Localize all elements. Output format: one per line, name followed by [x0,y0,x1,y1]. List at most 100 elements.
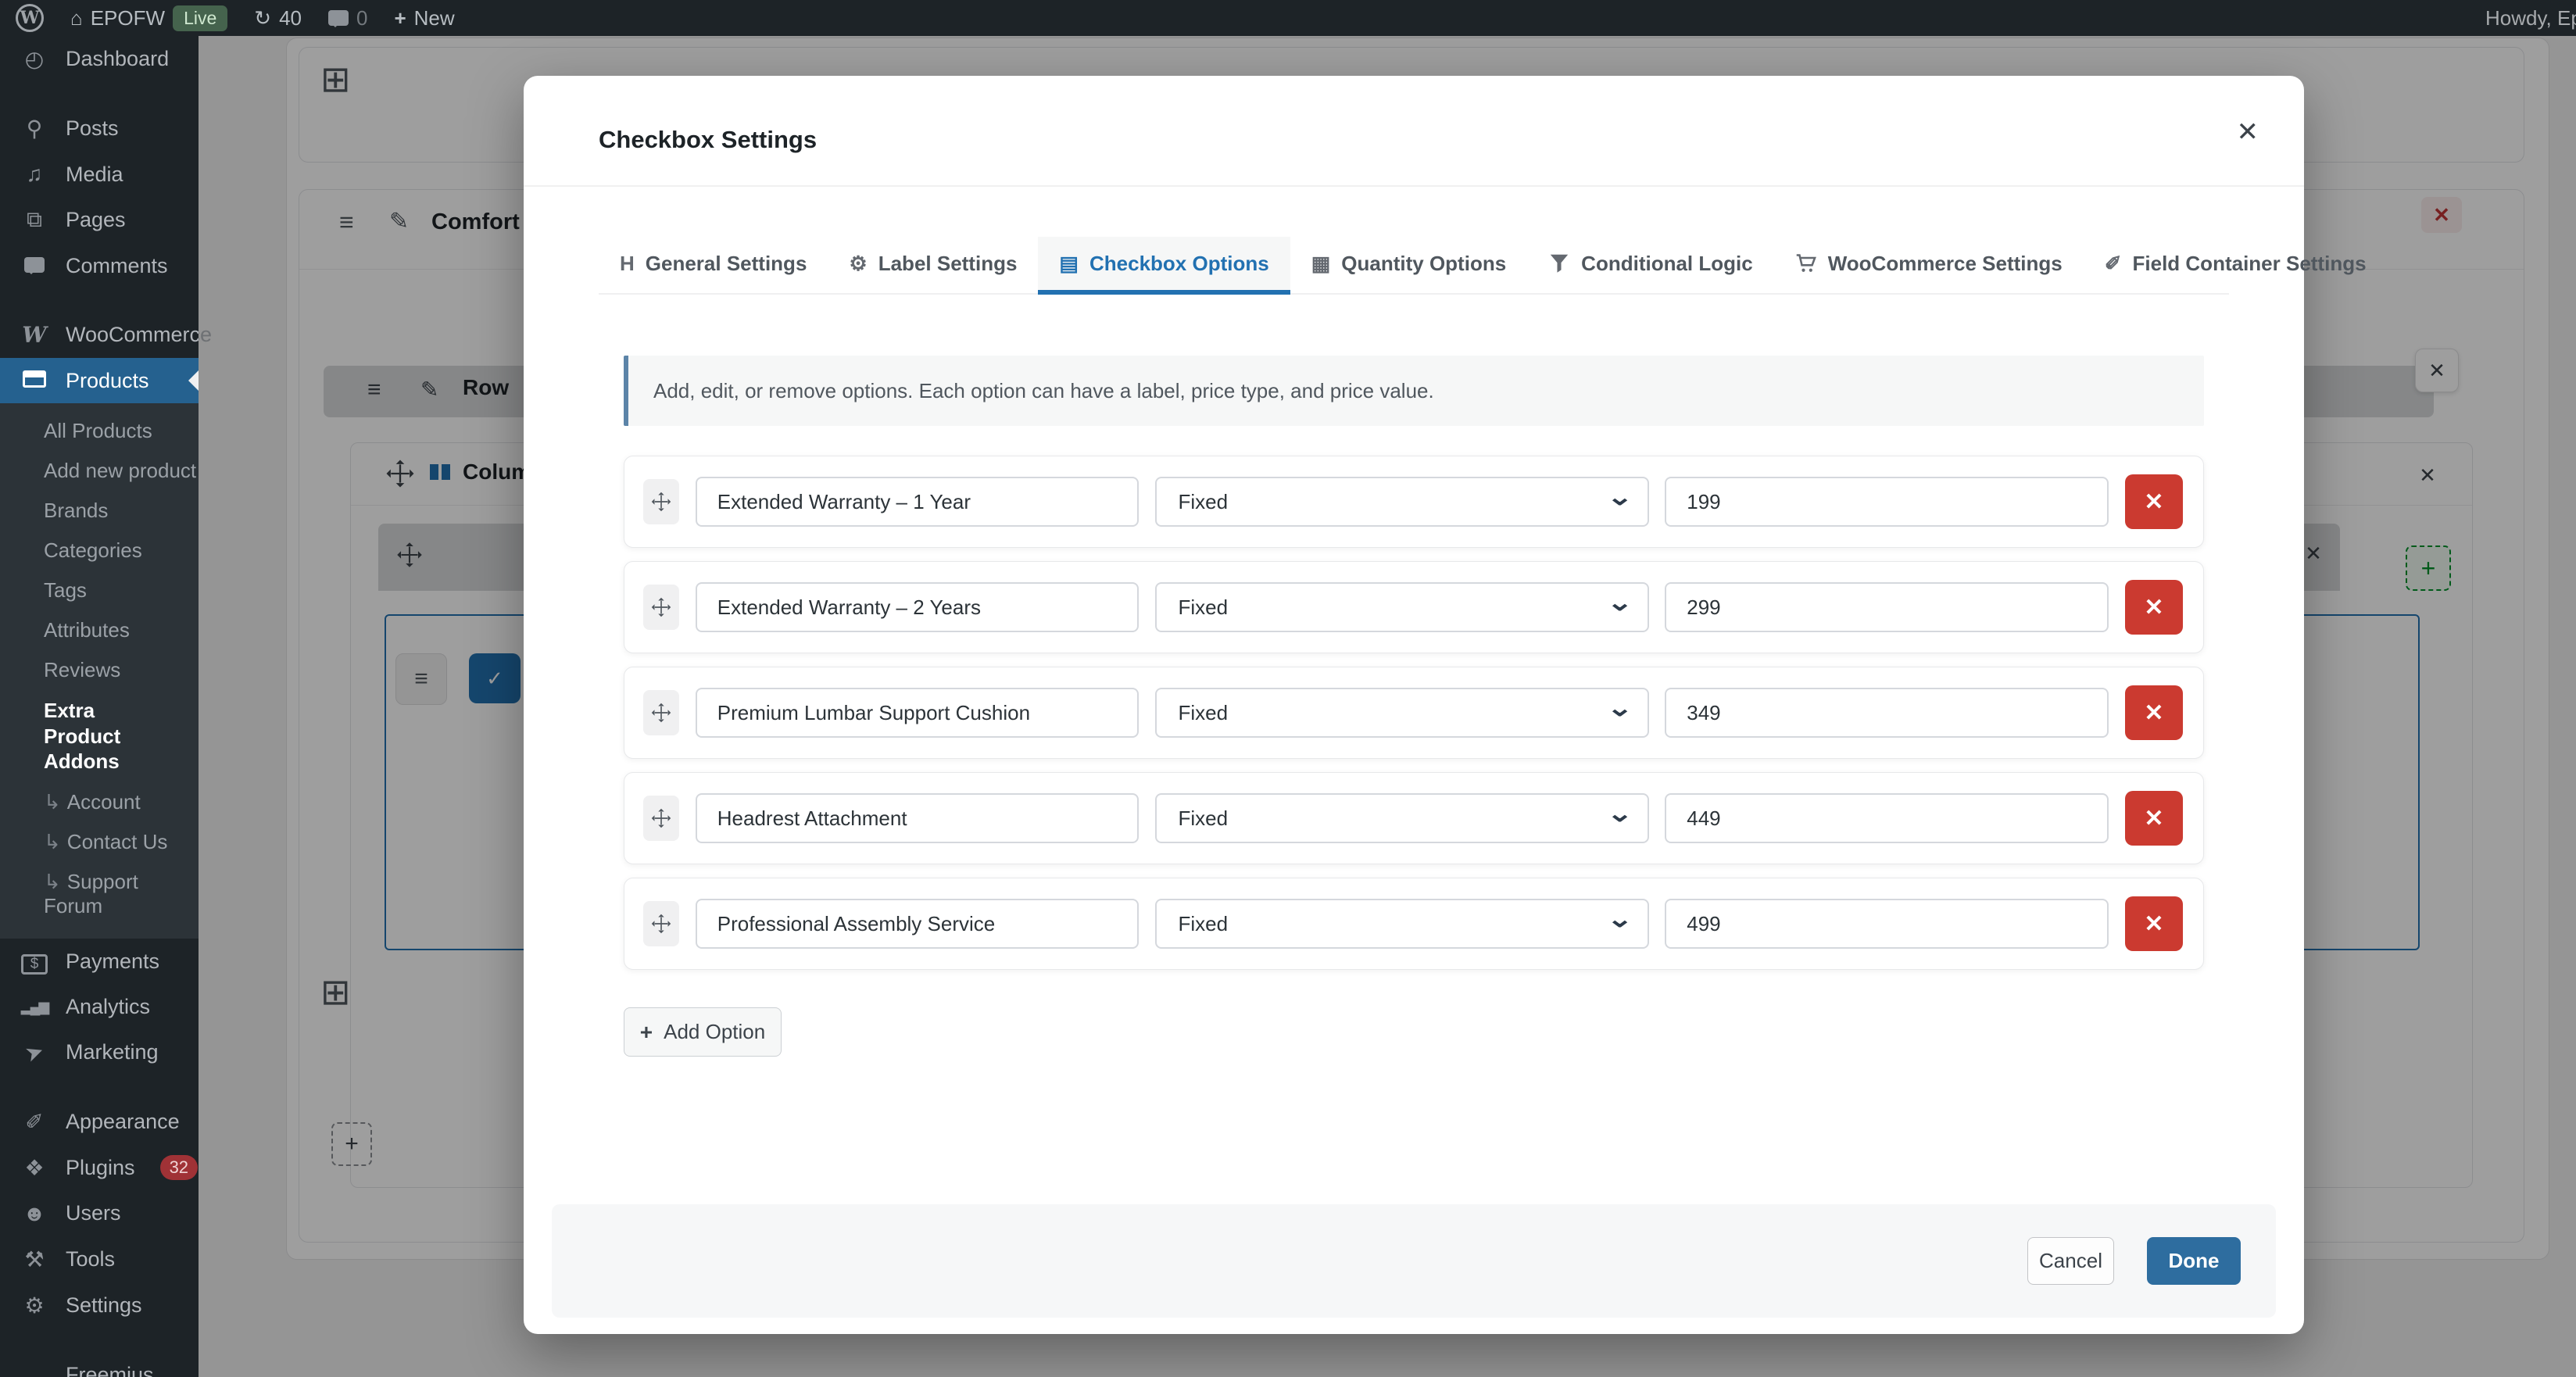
option-price-input[interactable] [1665,899,2109,949]
submenu-label: Contact Us [66,829,168,853]
tab-label-settings[interactable]: ⚙ Label Settings [828,237,1038,295]
admin-sidebar: ◴ Dashboard ⚲ Posts ♫ Media ⧉ Pages Comm… [0,36,212,1377]
site-name-link[interactable]: ⌂ EPOFW Live [70,5,228,31]
tab-quantity-options[interactable]: ▦ Quantity Options [1290,237,1527,295]
comments-link[interactable]: 0 [327,5,368,30]
option-price-input[interactable] [1665,582,2109,632]
sidebar-item-analytics[interactable]: ▂▄▆ Analytics [0,985,199,1029]
submenu-item-account[interactable]: ↳ Account [0,782,199,822]
sidebar-item-media[interactable]: ♫ Media [0,152,199,197]
sidebar-label: Freemius Debug [v.2.13.0] [66,1362,154,1377]
pages-icon: ⧉ [27,207,42,231]
submenu-item-tags[interactable]: Tags [0,570,199,610]
sidebar-item-payments[interactable]: $ Payments [0,939,199,985]
chevron-down-icon: ⌄ [1606,801,1633,827]
submenu-item-brands[interactable]: Brands [0,491,199,531]
price-type-value: Fixed [1178,700,1229,724]
price-type-select[interactable]: Fixed ⌄ [1154,899,1649,949]
pin-icon: ⚲ [26,116,43,141]
tab-woocommerce-settings[interactable]: WooCommerce Settings [1774,237,2084,295]
submenu-item-categories[interactable]: Categories [0,531,199,570]
wrench-icon: ⚒ [24,1246,45,1271]
submenu-item-support-forum[interactable]: ↳ Support Forum [0,862,199,926]
price-type-select[interactable]: Fixed ⌄ [1154,688,1649,738]
option-row: Fixed ⌄ ✕ [624,772,2204,864]
settings-tabs: H General Settings ⚙ Label Settings ▤ Ch… [599,237,2367,295]
sidebar-label: Media [66,162,123,186]
option-price-input[interactable] [1665,793,2109,843]
sidebar-item-plugins[interactable]: ❖ Plugins 32 [0,1145,199,1191]
sidebar-item-products[interactable]: Products [0,358,199,403]
submenu-item-contact-us[interactable]: ↳ Contact Us [0,822,199,862]
option-label-input[interactable] [695,793,1139,843]
option-price-input[interactable] [1665,688,2109,738]
submenu-item-attributes[interactable]: Attributes [0,610,199,650]
delete-option-button[interactable]: ✕ [2125,791,2183,846]
new-content-link[interactable]: + New [394,6,454,30]
howdy-account-link[interactable]: Howdy, Epfow [2485,0,2576,36]
sidebar-item-pages[interactable]: ⧉ Pages [0,197,199,243]
sidebar-item-woocommerce[interactable]: W WooCommerce [0,312,212,358]
drag-handle[interactable] [643,796,679,841]
delete-x-icon: ✕ [2144,699,2164,726]
delete-option-button[interactable]: ✕ [2125,685,2183,740]
option-label-input[interactable] [695,899,1139,949]
tab-label: WooCommerce Settings [1827,251,2063,275]
option-label-input[interactable] [695,688,1139,738]
update-count: 40 [279,5,302,30]
tool-icon: ✐ [2104,251,2122,275]
sidebar-item-settings[interactable]: ⚙ Settings [0,1282,199,1329]
submenu-item-add-new-product[interactable]: Add new product [0,451,199,491]
drag-handle[interactable] [643,585,679,630]
submenu-item-all-products[interactable]: All Products [0,411,199,451]
delete-option-button[interactable]: ✕ [2125,580,2183,635]
comment-count: 0 [356,5,368,30]
cancel-button[interactable]: Cancel [2027,1237,2114,1285]
sidebar-item-marketing[interactable]: ➤ Marketing [0,1029,199,1075]
modal-title: Checkbox Settings [599,126,818,153]
info-notice: Add, edit, or remove options. Each optio… [624,356,2204,426]
tab-checkbox-options[interactable]: ▤ Checkbox Options [1038,237,1290,295]
tab-general-settings[interactable]: H General Settings [599,237,828,295]
price-type-select[interactable]: Fixed ⌄ [1154,477,1649,527]
update-icon: ↻ [254,5,272,30]
sidebar-label: Comments [66,253,168,277]
calculator-icon: ▦ [1311,251,1331,275]
price-type-value: Fixed [1178,595,1229,619]
delete-option-button[interactable]: ✕ [2125,896,2183,951]
option-label-input[interactable] [695,477,1139,527]
drag-handle[interactable] [643,901,679,946]
submenu-item-extra-product-addons[interactable]: Extra Product Addons [0,690,164,782]
wordpress-logo-icon: W [16,4,44,32]
sidebar-item-comments[interactable]: Comments [0,243,199,288]
sidebar-item-freemius-debug[interactable]: ⚙ Freemius Debug [v.2.13.0] [0,1352,199,1377]
submenu-arrow-icon: ↳ [44,869,61,893]
add-option-label: Add Option [664,1020,766,1043]
sidebar-item-tools[interactable]: ⚒ Tools [0,1236,199,1282]
sidebar-label: WooCommerce [66,323,213,346]
delete-option-button[interactable]: ✕ [2125,474,2183,529]
price-type-select[interactable]: Fixed ⌄ [1154,793,1649,843]
drag-handle[interactable] [643,690,679,735]
option-label-input[interactable] [695,582,1139,632]
tab-label: Quantity Options [1341,251,1507,275]
drag-handle[interactable] [643,479,679,524]
tab-field-container-settings[interactable]: ✐ Field Container Settings [2084,237,2388,295]
price-type-select[interactable]: Fixed ⌄ [1154,582,1649,632]
user-icon: ☻ [23,1200,46,1225]
wordpress-menu[interactable]: W [16,4,44,32]
chevron-down-icon: ⌄ [1606,590,1633,616]
sidebar-item-users[interactable]: ☻ Users [0,1191,199,1236]
tab-conditional-logic[interactable]: Conditional Logic [1527,237,1774,295]
sidebar-item-posts[interactable]: ⚲ Posts [0,106,199,152]
updates-link[interactable]: ↻ 40 [254,6,302,30]
submenu-item-reviews[interactable]: Reviews [0,650,199,690]
option-price-input[interactable] [1665,477,2109,527]
price-type-value: Fixed [1178,806,1229,830]
done-button[interactable]: Done [2147,1237,2241,1285]
sidebar-item-appearance[interactable]: ✐ Appearance [0,1099,199,1145]
analytics-bars-icon: ▂▄▆ [20,998,49,1014]
add-option-button[interactable]: + Add Option [624,1007,782,1057]
close-icon[interactable]: ✕ [2237,116,2259,148]
sidebar-item-dashboard[interactable]: ◴ Dashboard [0,36,199,82]
